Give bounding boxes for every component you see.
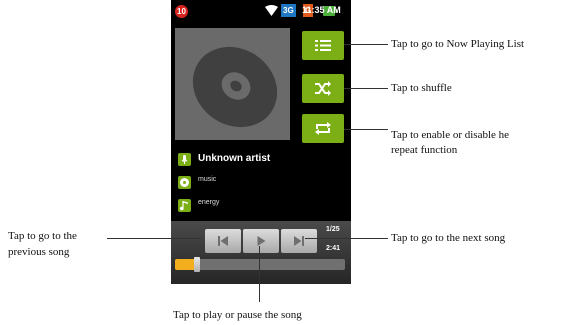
play-pause-button[interactable]	[243, 229, 279, 253]
wifi-icon	[265, 5, 278, 16]
track-position: 1/25	[326, 226, 340, 233]
next-button[interactable]	[281, 229, 317, 253]
leader-line-previous	[107, 238, 202, 239]
callout-shuffle: Tap to shuffle	[391, 82, 452, 94]
leader-line-play	[259, 246, 260, 302]
phone-screen: 10 3G G 11:35 AM Unknown artist music en…	[171, 0, 351, 284]
list-icon	[315, 40, 331, 51]
playback-controls: 1/25 2:41	[171, 221, 351, 284]
shuffle-button[interactable]	[302, 74, 344, 103]
leader-line-now-playing	[344, 44, 388, 45]
leader-line-repeat	[344, 129, 388, 130]
disc-icon	[192, 46, 278, 128]
leader-line-shuffle	[344, 88, 388, 89]
song-title: energy	[198, 199, 220, 206]
music-note-icon	[178, 199, 191, 212]
track-duration: 2:41	[326, 245, 341, 252]
progress-fill	[175, 259, 194, 270]
callout-repeat-line2: repeat function	[391, 144, 458, 156]
shuffle-icon	[315, 81, 331, 96]
album-name: music	[198, 176, 217, 183]
leader-line-next	[305, 238, 388, 239]
callout-next: Tap to go to the next song	[391, 232, 506, 244]
now-playing-list-button[interactable]	[302, 31, 344, 60]
progress-handle[interactable]	[193, 257, 200, 272]
progress-bar[interactable]	[175, 257, 345, 272]
previous-icon	[218, 236, 228, 246]
album-art	[175, 28, 290, 140]
previous-button[interactable]	[205, 229, 241, 253]
callout-play-pause: Tap to play or pause the song	[173, 309, 302, 321]
callout-now-playing: Tap to go to Now Playing List	[391, 38, 525, 50]
callout-previous-line2: previous song	[8, 246, 70, 258]
artist-name: Unknown artist	[198, 153, 271, 164]
repeat-button[interactable]	[302, 114, 344, 143]
repeat-icon	[315, 122, 331, 135]
play-icon	[257, 236, 266, 246]
status-clock: 11:35 AM	[302, 5, 341, 15]
callout-repeat-line1: Tap to enable or disable he	[391, 129, 510, 141]
status-bar: 10 3G G 11:35 AM	[171, 0, 351, 22]
album-icon	[178, 176, 191, 189]
callout-previous-line1: Tap to go to the	[8, 230, 77, 242]
next-icon	[294, 236, 304, 246]
notification-badge[interactable]: 10	[175, 5, 188, 18]
microphone-icon	[178, 153, 191, 166]
network-3g-badge: 3G	[281, 4, 296, 17]
